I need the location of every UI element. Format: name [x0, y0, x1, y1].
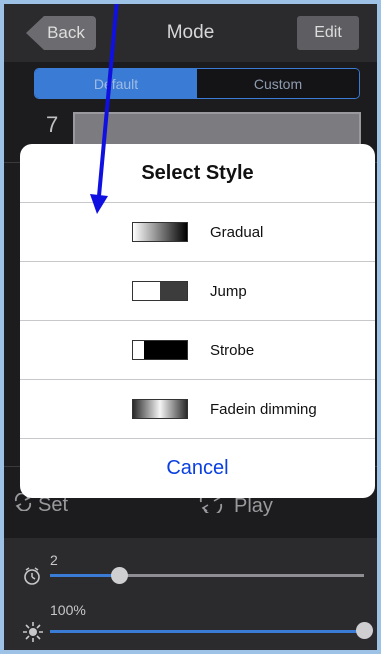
dialog-title: Select Style [20, 144, 375, 203]
speed-slider-thumb[interactable] [110, 567, 128, 584]
style-option-gradual[interactable]: Gradual [20, 203, 375, 262]
mode-segmented-control: Default Custom [34, 68, 360, 99]
brightness-value: 100% [50, 602, 86, 618]
clock-icon [22, 566, 42, 591]
segment-default[interactable]: Default [35, 69, 197, 98]
option-label: Strobe [210, 341, 255, 359]
option-label: Fadein dimming [210, 400, 317, 418]
fadein-swatch [132, 399, 188, 419]
style-option-strobe[interactable]: Strobe [20, 321, 375, 380]
gradual-swatch [132, 222, 188, 242]
style-option-jump[interactable]: Jump [20, 262, 375, 321]
segment-custom[interactable]: Custom [197, 69, 359, 98]
strobe-swatch [132, 340, 188, 360]
edit-button[interactable]: Edit [297, 16, 359, 50]
navigation-bar: Back Mode Edit [0, 0, 381, 62]
select-style-dialog: Select Style Gradual Jump Strobe Fadein … [20, 144, 375, 498]
brightness-slider-thumb[interactable] [355, 622, 373, 639]
option-label: Gradual [210, 223, 264, 241]
brightness-slider-fill [50, 630, 364, 633]
cancel-button[interactable]: Cancel [20, 439, 375, 497]
option-label: Jump [210, 282, 247, 300]
mode-number: 7 [46, 112, 59, 137]
sun-icon [22, 621, 44, 648]
style-option-fadein-dimming[interactable]: Fadein dimming [20, 380, 375, 439]
jump-swatch [132, 281, 188, 301]
speed-slider-fill [50, 574, 120, 577]
speed-value: 2 [50, 552, 58, 568]
slider-panel: 2 100% [0, 538, 381, 654]
